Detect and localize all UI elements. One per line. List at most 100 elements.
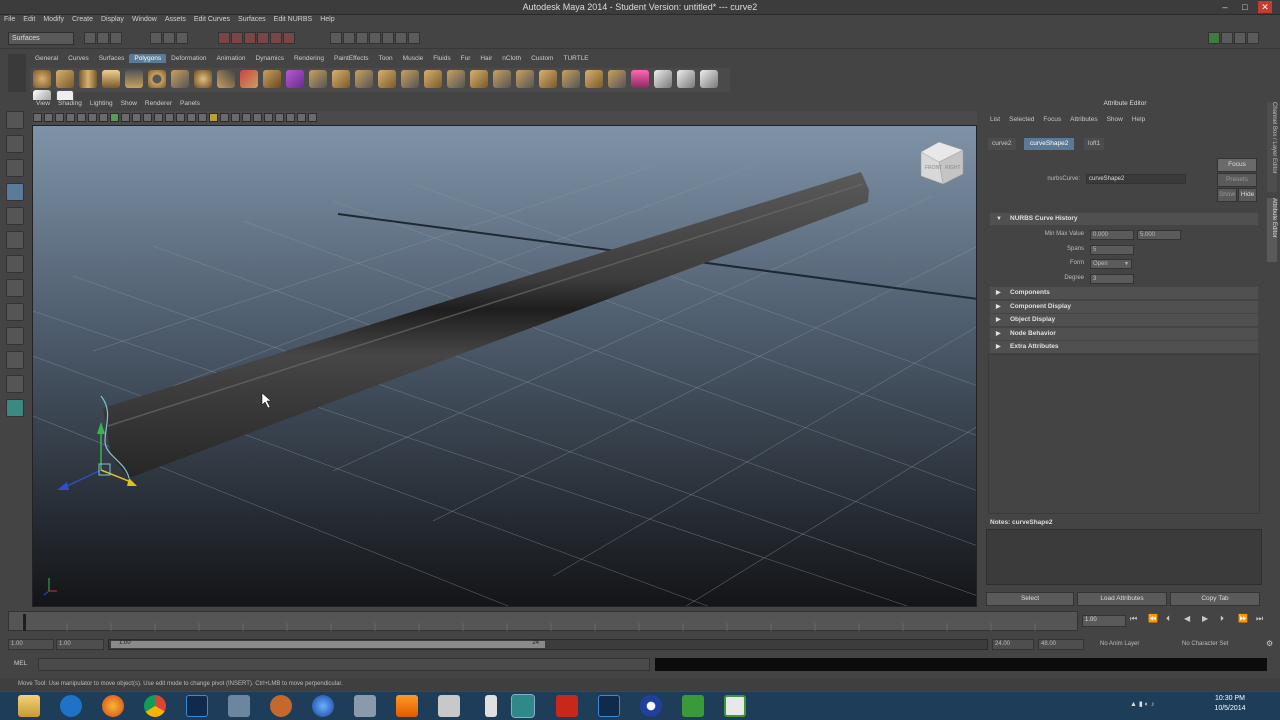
- offset-loop-icon[interactable]: [424, 70, 442, 88]
- max-value-field[interactable]: 5.000: [1137, 230, 1181, 240]
- depth-of-field-icon[interactable]: [297, 113, 306, 122]
- media-player-icon[interactable]: [270, 695, 292, 717]
- attribute-scroll-area[interactable]: [988, 354, 1260, 514]
- paint-icon[interactable]: [438, 695, 460, 717]
- playback-start-field[interactable]: 1.00: [56, 639, 104, 650]
- command-input[interactable]: [38, 658, 650, 671]
- ae-menu-focus[interactable]: Focus: [1043, 116, 1061, 123]
- shelf-tab-surfaces[interactable]: Surfaces: [94, 54, 130, 63]
- min-value-field[interactable]: 0.000: [1090, 230, 1134, 240]
- fill-hole-icon[interactable]: [493, 70, 511, 88]
- ambient-occlusion-icon[interactable]: [264, 113, 273, 122]
- presets-button[interactable]: Presets: [1217, 173, 1257, 187]
- section-component-display[interactable]: ▶ Component Display: [990, 301, 1258, 313]
- anim-layer-dropdown[interactable]: No Anim Layer: [1100, 641, 1139, 647]
- time-slider[interactable]: [8, 611, 1078, 631]
- split-icon[interactable]: [378, 70, 396, 88]
- go-to-start-icon[interactable]: ⏮: [1130, 614, 1137, 624]
- acrobat-icon[interactable]: [556, 695, 578, 717]
- persp-graph-layout-icon[interactable]: [6, 351, 24, 369]
- select-tool-icon[interactable]: [6, 111, 24, 129]
- range-slider[interactable]: 1.00 24: [108, 639, 988, 650]
- spans-field[interactable]: 5: [1090, 245, 1134, 255]
- xray-components-icon[interactable]: [253, 113, 262, 122]
- cleanup-icon[interactable]: [608, 70, 626, 88]
- shelf-options-icon[interactable]: [8, 54, 26, 92]
- step-back-frame-icon[interactable]: ⏴: [1166, 614, 1170, 624]
- tool-settings-toggle-icon[interactable]: [1247, 32, 1259, 44]
- load-attributes-button[interactable]: Load Attributes: [1077, 592, 1167, 606]
- steam-icon[interactable]: [640, 695, 662, 717]
- render-view-icon[interactable]: [356, 32, 368, 44]
- focus-button[interactable]: Focus: [1217, 158, 1257, 172]
- go-to-end-icon[interactable]: ⏭: [1256, 614, 1263, 624]
- current-time-field[interactable]: 1.00: [1082, 615, 1126, 627]
- lasso-tool-icon[interactable]: [6, 135, 24, 153]
- separate-icon[interactable]: [263, 70, 281, 88]
- shelf-tab-polygons[interactable]: Polygons: [129, 54, 167, 63]
- shelf-tab-curves[interactable]: Curves: [63, 54, 94, 63]
- globe-icon[interactable]: [312, 695, 334, 717]
- panel-menu-show[interactable]: Show: [117, 100, 141, 107]
- poly-cube-icon[interactable]: [56, 70, 74, 88]
- shelf-tab-hair[interactable]: Hair: [475, 54, 497, 63]
- poly-cone-icon[interactable]: [102, 70, 120, 88]
- camtasia-icon[interactable]: [682, 695, 704, 717]
- safe-title-icon[interactable]: [132, 113, 141, 122]
- panel-menu-shading[interactable]: Shading: [54, 100, 86, 107]
- shelf-tab-deformation[interactable]: Deformation: [166, 54, 211, 63]
- poly-plane-icon[interactable]: [125, 70, 143, 88]
- poly-helix-icon[interactable]: [217, 70, 235, 88]
- photoshop-icon[interactable]: [186, 695, 208, 717]
- cone-tool-icon[interactable]: [631, 70, 649, 88]
- play-backward-icon[interactable]: ◀: [1184, 614, 1190, 623]
- ae-tab-loft1[interactable]: loft1: [1084, 138, 1105, 150]
- clock-date[interactable]: 10/5/2014: [1200, 705, 1260, 712]
- poly-prism-icon[interactable]: [171, 70, 189, 88]
- attribute-editor-toggle-icon[interactable]: [1234, 32, 1246, 44]
- image-plane-icon[interactable]: [55, 113, 64, 122]
- shelf-tab-muscle[interactable]: Muscle: [398, 54, 429, 63]
- safe-action-icon[interactable]: [121, 113, 130, 122]
- shelf-tab-animation[interactable]: Animation: [212, 54, 251, 63]
- form-dropdown[interactable]: Open ▼: [1090, 259, 1132, 269]
- wireframe-icon[interactable]: [143, 113, 152, 122]
- layout-icon[interactable]: [1208, 32, 1220, 44]
- shelf-tab-painteffects[interactable]: PaintEffects: [329, 54, 374, 63]
- render-settings-icon[interactable]: [395, 32, 407, 44]
- lights-icon[interactable]: [187, 113, 196, 122]
- uv-editor-icon[interactable]: [677, 70, 695, 88]
- smooth-shade-icon[interactable]: [154, 113, 163, 122]
- open-scene-icon[interactable]: [97, 32, 109, 44]
- snap-grid-icon[interactable]: [218, 32, 230, 44]
- bookmark-icon[interactable]: [44, 113, 53, 122]
- camera-attributes-icon[interactable]: [33, 113, 42, 122]
- unfold-icon[interactable]: [700, 70, 718, 88]
- merge-icon[interactable]: [470, 70, 488, 88]
- scale-tool-icon[interactable]: [6, 231, 24, 249]
- camtasia-recorder-icon[interactable]: [724, 695, 746, 717]
- save-scene-icon[interactable]: [110, 32, 122, 44]
- menu-edit-nurbs[interactable]: Edit NURBS: [270, 15, 317, 24]
- use-all-lights-icon[interactable]: [209, 113, 218, 122]
- panel-menu-panels[interactable]: Panels: [176, 100, 204, 107]
- quick-layout-icon[interactable]: [6, 399, 24, 417]
- reduce-icon[interactable]: [539, 70, 557, 88]
- construction-icon[interactable]: [343, 32, 355, 44]
- ipr-render-icon[interactable]: [382, 32, 394, 44]
- new-scene-icon[interactable]: [84, 32, 96, 44]
- notepad-icon[interactable]: [354, 695, 376, 717]
- poly-sphere-icon[interactable]: [33, 70, 51, 88]
- show-button[interactable]: Show: [1217, 188, 1237, 202]
- menu-edit[interactable]: Edit: [19, 15, 39, 24]
- motion-blur-icon[interactable]: [275, 113, 284, 122]
- section-object-display[interactable]: ▶ Object Display: [990, 314, 1258, 326]
- menu-surfaces[interactable]: Surfaces: [234, 15, 270, 24]
- menu-create[interactable]: Create: [68, 15, 97, 24]
- mirror-icon[interactable]: [516, 70, 534, 88]
- degree-field[interactable]: 3: [1090, 274, 1134, 284]
- triangulate-icon[interactable]: [562, 70, 580, 88]
- vlc-icon[interactable]: [396, 695, 418, 717]
- anti-alias-icon[interactable]: [286, 113, 295, 122]
- render-frame-icon[interactable]: [369, 32, 381, 44]
